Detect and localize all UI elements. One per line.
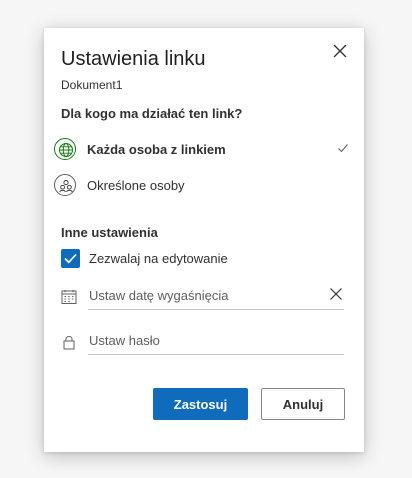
lock-icon — [63, 336, 75, 350]
dialog-title: Ustawienia linku — [61, 48, 206, 70]
checkmark-icon — [338, 144, 348, 153]
password-row — [61, 326, 347, 356]
audience-question: Dla kogo ma działać ten link? — [61, 106, 243, 121]
expiry-date-input[interactable] — [88, 281, 344, 310]
option-specific-people[interactable]: Określone osoby — [54, 171, 354, 201]
checkmark-icon — [64, 253, 77, 264]
expiry-date-row — [61, 281, 347, 311]
link-settings-dialog: Ustawienia linku Dokument1 Dla kogo ma d… — [44, 28, 364, 452]
globe-icon — [54, 138, 76, 160]
other-settings-heading: Inne ustawienia — [61, 225, 158, 240]
option-label: Każda osoba z linkiem — [87, 142, 226, 157]
calendar-icon — [61, 290, 77, 304]
close-icon — [333, 44, 347, 58]
allow-edit-checkbox[interactable] — [61, 249, 80, 268]
password-input[interactable] — [88, 326, 344, 355]
cancel-button[interactable]: Anuluj — [261, 388, 345, 420]
option-label: Określone osoby — [87, 178, 185, 193]
allow-edit-label: Zezwalaj na edytowanie — [89, 251, 228, 266]
option-anyone-with-link[interactable]: Każda osoba z linkiem — [54, 135, 354, 165]
apply-button[interactable]: Zastosuj — [153, 388, 248, 420]
document-name: Dokument1 — [61, 78, 123, 92]
people-icon — [54, 174, 76, 196]
close-button[interactable] — [330, 41, 350, 61]
clear-date-icon[interactable] — [329, 287, 343, 301]
allow-edit-checkbox-row[interactable]: Zezwalaj na edytowanie — [61, 248, 321, 270]
